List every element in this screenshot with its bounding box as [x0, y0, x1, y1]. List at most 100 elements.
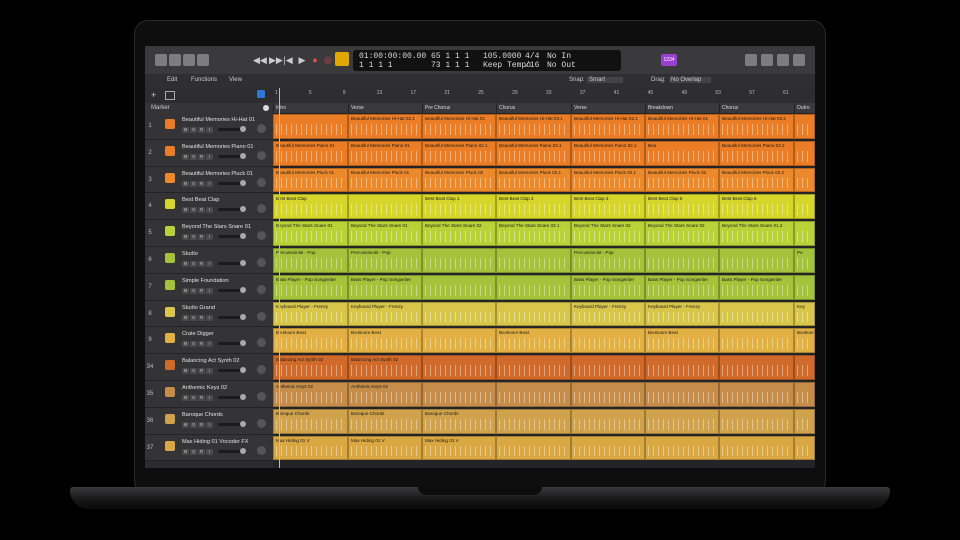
- track-lane[interactable]: Max Hiding 01 V Max Hiding 01 V Max Hiding…: [273, 435, 815, 462]
- mute-button[interactable]: M: [182, 207, 189, 214]
- region[interactable]: [496, 435, 571, 461]
- record-enable-button[interactable]: R: [198, 261, 205, 267]
- input-monitor-button[interactable]: I: [206, 207, 213, 214]
- track-header[interactable]: 34 Balancing Act Synth 02 MSRI: [145, 354, 273, 381]
- functions-menu[interactable]: Functions: [191, 77, 217, 83]
- record-enable-button[interactable]: R: [198, 153, 205, 160]
- region[interactable]: [719, 248, 794, 273]
- region[interactable]: [422, 382, 496, 407]
- region[interactable]: [348, 194, 422, 220]
- input-monitor-button[interactable]: I: [206, 448, 213, 455]
- record-enable-button[interactable]: R: [198, 207, 205, 214]
- pan-knob[interactable]: [257, 231, 266, 241]
- record-enable-button[interactable]: R: [198, 287, 205, 294]
- fader-knob[interactable]: [240, 152, 246, 159]
- track-header[interactable]: 36 Baroque Chords MSRI: [145, 407, 273, 435]
- fader-knob[interactable]: [240, 260, 246, 266]
- track-lane[interactable]: Best Beat Clap Best Beat Clap 1 Best Beat …: [273, 193, 815, 220]
- track-header[interactable]: 7 Simple Foundation MSRI: [145, 273, 273, 301]
- region[interactable]: Bass Player - Pop Songwriter: [719, 274, 794, 300]
- track-header[interactable]: 1 Beautiful Memories Hi-Hat 01 MSRI: [145, 113, 273, 140]
- track-lane[interactable]: Beyond The Stars Snare 01 Beyond The Star…: [273, 220, 815, 247]
- region[interactable]: Bea: [645, 140, 719, 166]
- record-enable-button[interactable]: R: [198, 395, 205, 401]
- section-marker[interactable]: Pre Chorus: [422, 103, 498, 113]
- track-lane[interactable]: Beautiful Memories Piano 01 Beautiful Mem…: [273, 140, 815, 167]
- region[interactable]: Beautiful Memories Pluck 01: [348, 167, 422, 193]
- toolbar-icon[interactable]: [183, 54, 195, 66]
- track-name[interactable]: Simple Foundation: [182, 278, 229, 284]
- add-marker-icon[interactable]: [263, 105, 269, 111]
- section-marker[interactable]: Breakdown: [645, 103, 721, 113]
- region[interactable]: Beautiful Memories Hi-Hat 01: [422, 114, 496, 139]
- region[interactable]: [794, 355, 815, 380]
- region[interactable]: Bass Player - Pop Songwriter: [348, 274, 422, 300]
- region[interactable]: [422, 301, 496, 327]
- region[interactable]: [719, 355, 794, 380]
- track-lane[interactable]: Beautiful Memories Hi-Hat 02.1 Beautiful …: [273, 113, 815, 140]
- record-enable-button[interactable]: R: [198, 314, 205, 321]
- section-marker[interactable]: Chorus: [719, 103, 796, 113]
- region[interactable]: Best Beat Clap 6: [719, 194, 794, 220]
- record-enable-button[interactable]: R: [198, 341, 205, 348]
- section-marker[interactable]: Chorus: [496, 103, 573, 113]
- input-monitor-button[interactable]: I: [206, 234, 213, 241]
- input-monitor-button[interactable]: I: [206, 287, 213, 294]
- region[interactable]: [422, 328, 496, 354]
- mixer-icon[interactable]: [197, 54, 209, 66]
- mute-button[interactable]: M: [182, 368, 189, 375]
- region[interactable]: Baroque Chords: [348, 408, 422, 434]
- solo-button[interactable]: S: [190, 314, 197, 321]
- mute-button[interactable]: M: [182, 448, 189, 455]
- global-tracks-icon[interactable]: [257, 90, 265, 98]
- track-name[interactable]: Baroque Chords: [182, 412, 223, 418]
- pan-knob[interactable]: [257, 311, 266, 321]
- volume-fader[interactable]: [218, 152, 246, 159]
- region[interactable]: Beyond The Stars Snare 02: [645, 221, 719, 246]
- region[interactable]: Beautiful Memories Hi-Hat 01: [645, 114, 719, 139]
- region[interactable]: Baroque Chords: [422, 408, 496, 434]
- track-lane[interactable]: Bass Player - Pop Songwriter Bass Player …: [273, 274, 815, 301]
- record-icon[interactable]: ●: [310, 52, 320, 68]
- region[interactable]: Percussionist - Pop: [571, 248, 645, 273]
- input-monitor-button[interactable]: I: [206, 153, 213, 160]
- region[interactable]: Beautiful Memories Piano 01: [273, 140, 348, 166]
- region[interactable]: [496, 274, 571, 300]
- region[interactable]: [719, 382, 794, 407]
- volume-fader[interactable]: [218, 179, 246, 186]
- region[interactable]: Best Beat Clap: [273, 194, 348, 220]
- region[interactable]: [571, 382, 645, 407]
- region[interactable]: Beautiful Memories Hi-Hat 02.1: [571, 114, 645, 139]
- region[interactable]: Percussionist - Pop: [348, 248, 422, 273]
- ruler[interactable]: 1 5 9 13 17 21 25 29 33 37 41 45 49 53 57 61: [273, 88, 815, 104]
- region[interactable]: Beautiful Memories Pluck 02: [422, 167, 496, 193]
- region[interactable]: [571, 355, 645, 380]
- volume-fader[interactable]: [218, 206, 246, 213]
- add-track-icon[interactable]: +: [151, 90, 156, 100]
- mute-button[interactable]: M: [182, 180, 189, 187]
- region[interactable]: Best Beat Clap 3: [571, 194, 645, 220]
- track-header[interactable]: 4 Best Beat Clap MSRI: [145, 193, 273, 221]
- forward-icon[interactable]: ▶▶: [269, 52, 283, 68]
- region[interactable]: [794, 221, 815, 246]
- list-editor-icon[interactable]: [761, 54, 773, 66]
- volume-fader[interactable]: [218, 340, 246, 347]
- playhead[interactable]: [279, 88, 280, 468]
- region[interactable]: Anthemic Keys 02: [273, 382, 348, 407]
- track-header[interactable]: 37 Max Hiding 01 Vocoder FX MSRI: [145, 434, 273, 462]
- record-enable-button[interactable]: R: [198, 127, 205, 133]
- inspector-icon[interactable]: [169, 54, 181, 66]
- track-lane[interactable]: Baroque Chords Baroque Chords Baroque Chor…: [273, 408, 815, 435]
- input-monitor-button[interactable]: I: [206, 261, 213, 267]
- volume-fader[interactable]: [218, 260, 246, 266]
- mute-button[interactable]: M: [182, 287, 189, 294]
- fader-knob[interactable]: [240, 447, 246, 454]
- region[interactable]: Beautiful Memories Pluck 03.2: [719, 167, 794, 193]
- region[interactable]: [794, 274, 815, 300]
- edit-menu[interactable]: Edit: [167, 77, 177, 83]
- track-header[interactable]: 2 Beautiful Memories Piano 01 MSRI: [145, 139, 273, 167]
- region[interactable]: Ba-Boom Beat: [348, 328, 422, 354]
- region[interactable]: Ba-Boom Beat: [496, 328, 571, 354]
- fader-knob[interactable]: [240, 420, 246, 427]
- fader-knob[interactable]: [240, 126, 246, 132]
